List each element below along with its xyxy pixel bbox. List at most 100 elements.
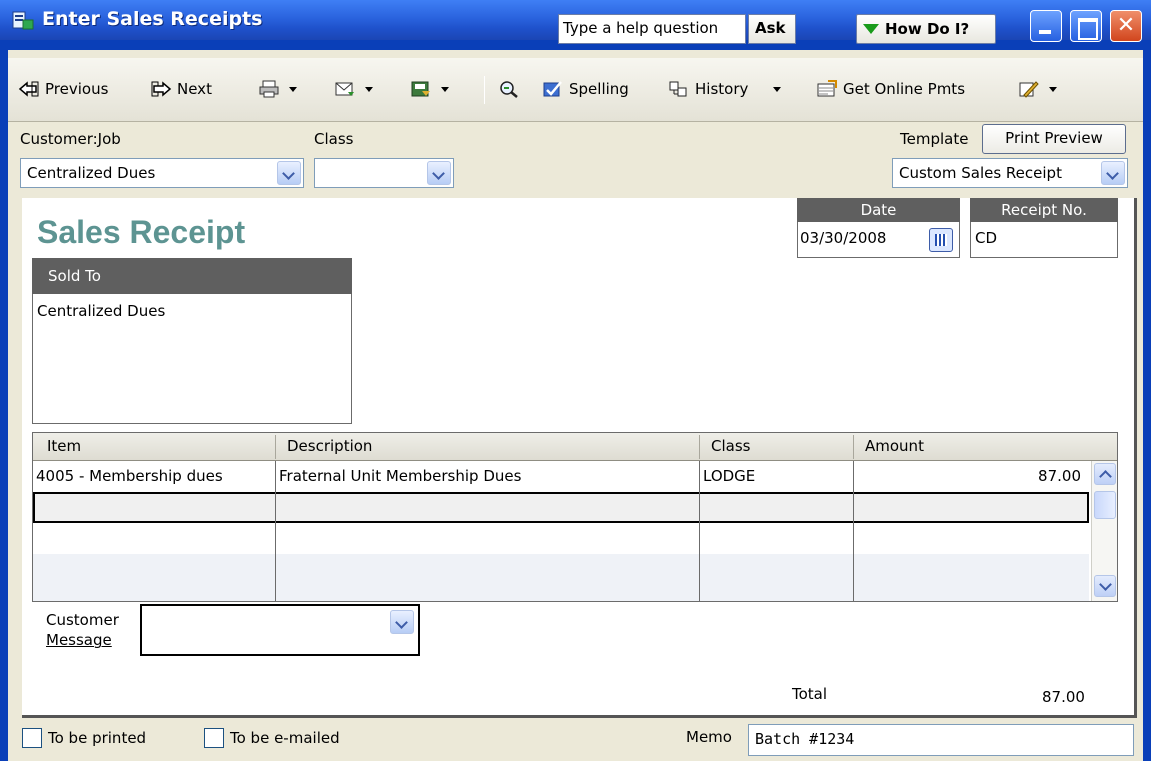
customer-job-label: Customer:Job [20,130,121,148]
column-divider [853,435,854,459]
sold-to-field[interactable]: Centralized Dues [32,294,352,424]
title-bar[interactable]: Enter Sales Receipts Type a help questio… [0,0,1151,44]
cell-description[interactable] [276,492,698,523]
template-combo[interactable]: Custom Sales Receipt [892,158,1128,188]
cell-description[interactable] [276,523,698,554]
chevron-down-icon[interactable] [427,161,451,185]
next-button[interactable]: Next [150,80,212,98]
history-label: History [695,80,749,98]
column-header-amount[interactable]: Amount [865,437,924,455]
cell-class[interactable] [700,523,852,554]
scroll-down-icon[interactable] [1094,575,1116,597]
maximize-button[interactable] [1070,10,1102,42]
date-value: 03/30/2008 [800,229,887,247]
column-header-description[interactable]: Description [287,437,372,455]
previous-button[interactable]: Previous [18,80,108,98]
column-divider [275,435,276,459]
checkbox-icon[interactable] [204,728,224,748]
chevron-down-icon[interactable] [390,610,414,634]
customize-dropdown-arrow-icon [1049,86,1057,92]
ask-button[interactable]: Ask [748,14,796,44]
cell-item[interactable] [33,554,275,585]
scroll-up-icon[interactable] [1094,463,1116,485]
customer-message-label: Customer Message [46,610,119,650]
dropdown-triangle-icon [863,24,879,34]
window-title: Enter Sales Receipts [42,8,263,30]
email-icon [335,82,354,96]
customer-message-label-line1: Customer [46,611,119,629]
get-online-pmts-button[interactable]: Get Online Pmts [816,80,965,98]
next-icon [151,81,172,97]
email-dropdown-arrow-icon [365,86,373,92]
template-label: Template [900,130,969,148]
receipt-no-field[interactable]: CD [970,222,1118,258]
minimize-button[interactable] [1030,10,1062,42]
to-be-printed-checkbox[interactable]: To be printed [22,728,146,748]
cell-description[interactable] [276,554,698,585]
column-divider [699,461,700,601]
close-icon: ✕ [1116,13,1136,38]
previous-label: Previous [45,80,109,98]
table-row-selected[interactable] [33,492,1089,523]
column-header-class[interactable]: Class [711,437,750,455]
date-field[interactable]: 03/30/2008 [797,222,960,258]
how-do-i-button[interactable]: How Do I? [856,14,996,44]
print-menu-button[interactable] [258,80,297,98]
find-icon [500,81,518,98]
receipt-no-value: CD [975,229,998,247]
date-header: Date [797,198,960,222]
cell-item[interactable] [33,492,275,523]
cell-class[interactable]: LODGE [700,461,852,492]
history-button[interactable]: History [668,80,782,98]
scrollbar-thumb[interactable] [1094,491,1116,519]
cell-class[interactable] [700,492,852,523]
to-be-emailed-label: To be e-mailed [230,729,340,747]
memo-input[interactable]: Batch #1234 [748,724,1134,756]
find-button[interactable] [498,80,520,98]
save-dropdown-arrow-icon [441,86,449,92]
column-divider [853,461,854,601]
cell-item[interactable]: 4005 - Membership dues [33,461,275,492]
dialog-client-area: Previous Next Spelling History Get Onlin… [8,50,1143,761]
total-value: 87.00 [1042,688,1085,706]
get-online-pmts-label: Get Online Pmts [843,80,966,98]
line-items-table: Item Description Class Amount 4005 - Mem… [32,432,1118,602]
close-button[interactable]: ✕ [1110,10,1142,42]
class-combo[interactable] [314,158,454,188]
print-preview-button[interactable]: Print Preview [982,124,1126,154]
cell-item[interactable] [33,523,275,554]
cell-amount[interactable]: 87.00 [854,461,1084,492]
save-menu-button[interactable] [410,80,449,98]
spelling-button[interactable]: Spelling [542,80,629,98]
cell-amount[interactable] [854,492,1084,523]
cell-amount[interactable] [854,554,1084,585]
table-row[interactable] [33,554,1089,601]
cell-description[interactable]: Fraternal Unit Membership Dues [276,461,698,492]
cell-class[interactable] [700,554,852,585]
chevron-down-icon[interactable] [277,161,301,185]
customer-message-combo[interactable] [140,604,420,656]
email-menu-button[interactable] [334,80,373,98]
previous-icon [18,81,39,97]
history-dropdown-arrow-icon [773,86,782,92]
customize-menu-button[interactable] [1018,80,1057,98]
chevron-down-icon[interactable] [1101,161,1125,185]
toolbar-separator [484,76,485,104]
checkbox-icon[interactable] [22,728,42,748]
table-row[interactable] [33,523,1089,554]
sold-to-value: Centralized Dues [37,302,166,320]
customer-message-label-line2: Message [46,631,112,649]
column-divider [275,461,276,601]
table-scrollbar[interactable] [1091,461,1117,601]
to-be-emailed-checkbox[interactable]: To be e-mailed [204,728,340,748]
help-question-input[interactable]: Type a help question [558,14,746,44]
customer-job-combo[interactable]: Centralized Dues [20,158,304,188]
sales-receipt-form: Sales Receipt Date 03/30/2008 Receipt No… [22,198,1137,718]
column-header-item[interactable]: Item [47,437,81,455]
memo-label: Memo [686,728,732,746]
spelling-label: Spelling [569,80,629,98]
cell-amount[interactable] [854,523,1084,554]
receipt-no-header: Receipt No. [970,198,1118,222]
table-row[interactable]: 4005 - Membership dues Fraternal Unit Me… [33,461,1089,492]
calendar-icon[interactable] [929,228,953,252]
